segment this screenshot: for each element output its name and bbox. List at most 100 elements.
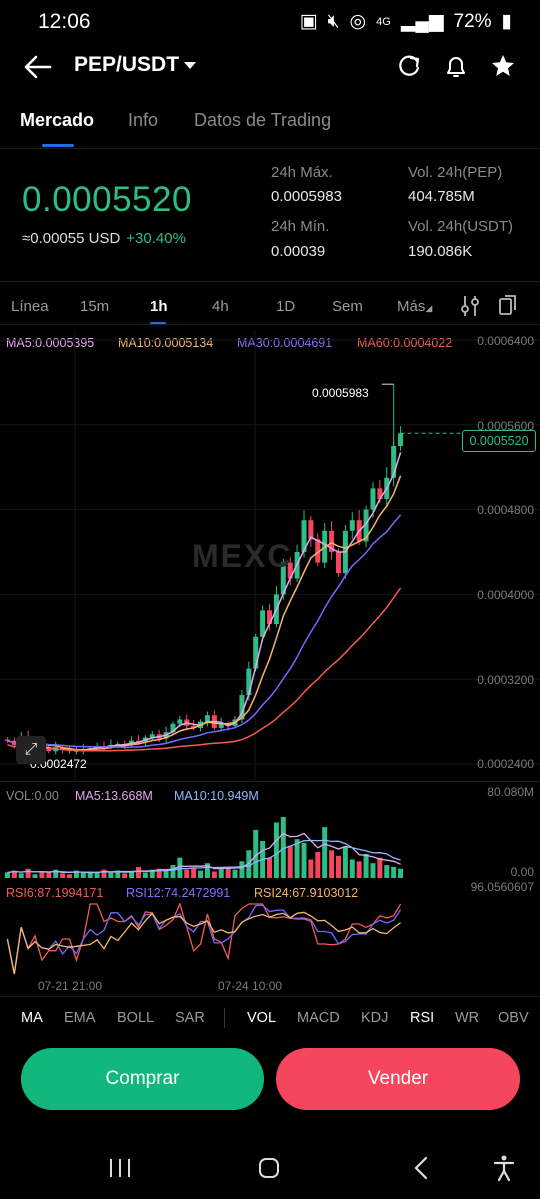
main-tabs: Mercado Info Datos de Trading bbox=[0, 96, 540, 149]
volume-bar bbox=[184, 869, 190, 878]
indicator-obv[interactable]: OBV bbox=[498, 1010, 529, 1026]
volume-bar bbox=[142, 872, 148, 878]
rsi-chart bbox=[6, 902, 402, 975]
candle-body bbox=[177, 719, 183, 724]
buy-button[interactable]: Comprar bbox=[21, 1048, 264, 1110]
volume-bar bbox=[135, 866, 141, 878]
volume-bar bbox=[25, 868, 31, 878]
rsi-axis-max: 96.0560607 bbox=[470, 880, 534, 894]
vol-quote-label: Vol. 24h(USDT) bbox=[408, 218, 514, 235]
volume-bar bbox=[122, 873, 128, 878]
tab-info[interactable]: Info bbox=[128, 110, 158, 131]
rsi12-line bbox=[6, 904, 402, 975]
timeframe-sem[interactable]: Sem bbox=[332, 298, 363, 315]
copy-layout-icon[interactable] bbox=[498, 293, 518, 317]
status-time: 12:06 bbox=[38, 10, 91, 33]
indicator-ema[interactable]: EMA bbox=[64, 1010, 95, 1026]
y-axis-label: 0.0002400 bbox=[477, 757, 534, 771]
volume-bar bbox=[80, 872, 86, 878]
vol-base-value: 404.785M bbox=[408, 188, 475, 205]
change-percent: +30.40% bbox=[126, 230, 186, 247]
timeframe-4h[interactable]: 4h bbox=[212, 298, 229, 315]
candle-body bbox=[335, 552, 341, 574]
indicator-wr[interactable]: WR bbox=[455, 1010, 479, 1026]
volume-bar bbox=[398, 868, 404, 878]
volume-bar bbox=[267, 857, 273, 878]
volume-bar bbox=[177, 857, 183, 878]
volume-bar bbox=[170, 865, 176, 878]
back-nav-icon[interactable] bbox=[412, 1156, 430, 1180]
last-price: 0.0005520 bbox=[22, 180, 192, 219]
rsi6-line bbox=[6, 902, 402, 975]
indicator-vol[interactable]: VOL bbox=[247, 1010, 276, 1026]
volume-bar bbox=[67, 874, 73, 878]
vol-quote-value: 190.086K bbox=[408, 243, 473, 260]
refresh-icon[interactable] bbox=[396, 54, 422, 80]
tab-datos-trading[interactable]: Datos de Trading bbox=[194, 110, 331, 131]
bell-icon[interactable] bbox=[444, 53, 468, 81]
volume-bar bbox=[32, 874, 38, 878]
time-label: 07-21 21:00 bbox=[38, 979, 103, 993]
y-axis-label: 0.0004800 bbox=[477, 503, 534, 517]
signal-icon: ▂▄▆ bbox=[400, 11, 444, 32]
usd-value: ≈0.00055 USD bbox=[22, 230, 121, 247]
y-axis-label: 0.0003200 bbox=[477, 673, 534, 687]
volume-bar bbox=[163, 870, 169, 878]
volume-bar bbox=[108, 872, 114, 878]
mas-label: Más bbox=[397, 298, 426, 315]
notification-icon: ▣ bbox=[299, 11, 318, 32]
accessibility-icon[interactable] bbox=[492, 1154, 516, 1182]
volume-bar bbox=[232, 869, 238, 878]
volume-bar bbox=[342, 846, 348, 878]
divider bbox=[0, 281, 540, 282]
vol-base-label: Vol. 24h(PEP) bbox=[408, 164, 503, 181]
volume-bar bbox=[4, 872, 10, 878]
pair-title: PEP/USDT bbox=[74, 53, 180, 76]
battery-percent: 72% bbox=[453, 10, 492, 32]
recent-apps-icon[interactable] bbox=[108, 1157, 132, 1179]
divider bbox=[0, 996, 540, 997]
volume-bar bbox=[287, 845, 293, 878]
tab-mercado[interactable]: Mercado bbox=[20, 110, 94, 131]
timeframe-mas[interactable]: Más◢ bbox=[397, 298, 432, 315]
timeframe-linea[interactable]: Línea bbox=[11, 298, 49, 315]
expand-chart-icon[interactable]: ⤢ bbox=[16, 736, 46, 764]
indicator-ma[interactable]: MA bbox=[21, 1010, 43, 1026]
volume-bar bbox=[301, 842, 307, 878]
pair-selector[interactable]: PEP/USDT bbox=[74, 53, 197, 77]
volume-bar bbox=[211, 871, 217, 878]
timeframe-15m[interactable]: 15m bbox=[80, 298, 109, 315]
volume-bar bbox=[322, 827, 328, 878]
timeframe-1h[interactable]: 1h bbox=[150, 298, 168, 315]
network-label: 4G bbox=[376, 15, 391, 28]
ma10-line bbox=[7, 475, 402, 751]
back-arrow-icon[interactable] bbox=[22, 54, 52, 80]
favorite-star-icon[interactable] bbox=[490, 53, 516, 79]
y-axis-label: 0.0006400 bbox=[477, 334, 534, 348]
indicator-rsi[interactable]: RSI bbox=[410, 1010, 434, 1026]
volume-bar bbox=[356, 861, 362, 878]
indicator-settings-icon[interactable] bbox=[460, 294, 480, 318]
candle-body bbox=[260, 610, 266, 637]
volume-bar bbox=[363, 853, 369, 878]
sell-button[interactable]: Vender bbox=[276, 1048, 520, 1110]
indicator-divider bbox=[224, 1008, 225, 1028]
home-icon[interactable] bbox=[257, 1156, 281, 1180]
divider bbox=[0, 781, 540, 782]
volume-bar bbox=[39, 871, 45, 878]
volume-bar bbox=[218, 868, 224, 878]
volume-bar bbox=[87, 873, 93, 878]
volume-ma5-line bbox=[7, 832, 401, 874]
volume-bar bbox=[315, 852, 321, 878]
indicator-sar[interactable]: SAR bbox=[175, 1010, 205, 1026]
last-price-tag: 0.0005520 bbox=[462, 430, 536, 452]
volume-bar bbox=[329, 850, 335, 878]
indicator-kdj[interactable]: KDJ bbox=[361, 1010, 388, 1026]
status-icons: ▣ 🔇︎ ◎ 4G ▂▄▆ 72% ▮ bbox=[300, 10, 512, 33]
volume-bar bbox=[60, 873, 66, 878]
timeframe-1d[interactable]: 1D bbox=[276, 298, 295, 315]
indicator-macd[interactable]: MACD bbox=[297, 1010, 340, 1026]
indicator-boll[interactable]: BOLL bbox=[117, 1010, 154, 1026]
time-label: 07-24 10:00 bbox=[218, 979, 283, 993]
volume-bar bbox=[377, 857, 383, 878]
